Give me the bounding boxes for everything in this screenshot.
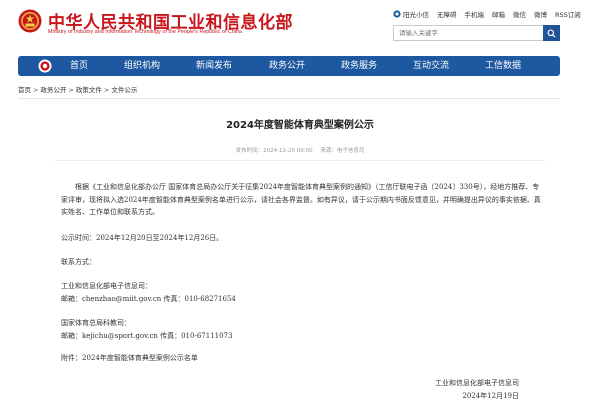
breadcrumb: 首页 > 政务公开 > 政策文件 > 文件公示 [18, 86, 138, 94]
article-meta: 发布时间：2024-12-20 09:00 来源：电子信息司 [0, 146, 600, 154]
top-link-sunshine[interactable]: 阳光小信 [393, 9, 429, 19]
nav-item-interaction[interactable]: 互动交流 [413, 56, 449, 76]
nav-item-government-affairs[interactable]: 政务公开 [269, 56, 305, 76]
meta-divider [55, 160, 545, 161]
breadcrumb-divider [18, 98, 560, 99]
sun-icon [393, 10, 401, 18]
breadcrumb-government-affairs[interactable]: 政务公开 [40, 86, 66, 94]
top-links: 阳光小信 无障碍 手机端 邮箱 微信 微博 RSS订阅 [393, 8, 581, 20]
top-link-wechat[interactable]: 微信 [513, 9, 526, 19]
article-title: 2024年度智能体育典型案例公示 [226, 120, 374, 131]
signature-date: 2024年12月19日 [462, 392, 519, 400]
main-nav: 首页 组织机构 新闻发布 政务公开 政务服务 互动交流 工信数据 [18, 56, 560, 76]
breadcrumb-document-notice[interactable]: 文件公示 [111, 86, 137, 94]
nav-item-organization[interactable]: 组织机构 [124, 56, 160, 76]
site-header: 中华人民共和国工业和信息化部 Ministry of Industry and … [0, 0, 600, 52]
nav-item-news[interactable]: 新闻发布 [196, 56, 232, 76]
miit-logo-icon [38, 59, 52, 73]
article-source: 来源：电子信息司 [320, 148, 365, 154]
notice-period: 公示时间：2024年12月20日至2024年12月26日。 [61, 234, 224, 242]
publish-time: 发布时间：2024-12-20 09:00 [235, 148, 313, 154]
contact-org-miit: 工业和信息化部电子信息司： [61, 282, 152, 290]
nav-item-data[interactable]: 工信数据 [485, 56, 521, 76]
top-link-mobile[interactable]: 手机端 [465, 9, 485, 19]
search-button[interactable] [543, 25, 560, 41]
signature-org: 工业和信息化部电子信息司 [435, 379, 519, 387]
breadcrumb-policy-documents[interactable]: 政策文件 [76, 86, 102, 94]
search-icon [547, 28, 556, 38]
breadcrumb-home[interactable]: 首页 [18, 86, 31, 94]
nav-item-government-services[interactable]: 政务服务 [341, 56, 377, 76]
contact-org-sport: 国家体育总局科教司： [61, 319, 131, 327]
national-emblem-icon [18, 9, 42, 33]
top-link-mail[interactable]: 邮箱 [492, 9, 505, 19]
attachment-link[interactable]: 附件：2024年度智能体育典型案例公示名单 [61, 353, 198, 363]
site-title-english: Ministry of Industry and Information Tec… [48, 29, 242, 35]
top-link-weibo[interactable]: 微博 [534, 9, 547, 19]
contact-detail-miit: 邮箱：chenzhao@miit.gov.cn 传真：010-68271654 [61, 295, 236, 303]
top-link-rss[interactable]: RSS订阅 [555, 9, 581, 19]
contact-heading: 联系方式： [61, 258, 96, 266]
article-paragraph: 根据《工业和信息化部办公厅 国家体育总局办公厅关于征集2024年度智能体育典型案… [61, 183, 541, 216]
nav-item-home[interactable]: 首页 [70, 56, 88, 76]
top-link-accessibility[interactable]: 无障碍 [437, 9, 457, 19]
search-input[interactable] [393, 25, 559, 41]
contact-detail-sport: 邮箱：kejichu@sport.gov.cn 传真：010-67111073 [61, 332, 233, 340]
